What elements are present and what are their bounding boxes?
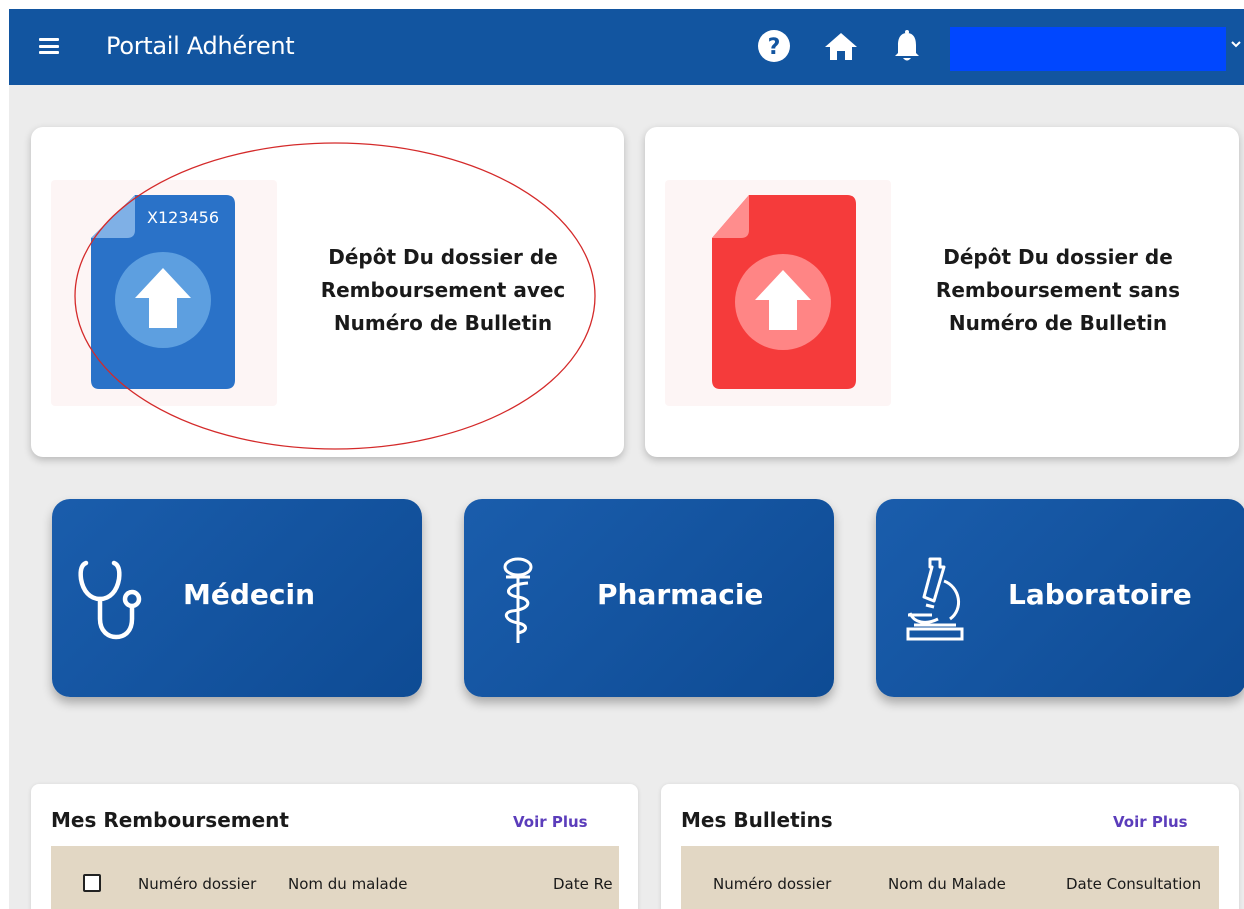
panel-bulletins-title: Mes Bulletins	[681, 808, 833, 832]
tile-medecin[interactable]: Médecin	[52, 499, 422, 697]
voir-plus-bulletins-link[interactable]: Voir Plus	[1113, 813, 1188, 831]
col-nom-malade: Nom du malade	[288, 875, 408, 893]
remboursement-table-header: Numéro dossier Nom du malade Date Re	[51, 846, 619, 909]
caduceus-icon	[503, 557, 533, 643]
panel-remboursement-title: Mes Remboursement	[51, 808, 289, 832]
tile-pharmacie[interactable]: Pharmacie	[464, 499, 834, 697]
stethoscope-icon	[78, 560, 142, 640]
panel-bulletins: Mes Bulletins Voir Plus Numéro dossier N…	[661, 784, 1239, 909]
bulletins-table-header: Numéro dossier Nom du Malade Date Consul…	[681, 846, 1219, 909]
home-icon[interactable]	[824, 31, 858, 61]
help-icon[interactable]: ?	[757, 29, 791, 63]
tile-pharmacie-label: Pharmacie	[597, 578, 764, 611]
upload-without-bulletin-card[interactable]: Dépôt Du dossier de Remboursement sans N…	[645, 127, 1239, 457]
col-date: Date Re	[553, 875, 613, 893]
user-account-block[interactable]	[950, 27, 1226, 71]
upload-doc-box	[665, 180, 891, 406]
upload-with-bulletin-card[interactable]: X123456 Dépôt Du dossier de Remboursemen…	[31, 127, 624, 457]
upload-without-bulletin-label: Dépôt Du dossier de Remboursement sans N…	[935, 245, 1181, 335]
voir-plus-remboursement-link[interactable]: Voir Plus	[513, 813, 588, 831]
tile-laboratoire[interactable]: Laboratoire	[876, 499, 1244, 697]
upload-with-bulletin-label: Dépôt Du dossier de Remboursement avec N…	[320, 245, 566, 335]
panel-remboursement: Mes Remboursement Voir Plus Numéro dossi…	[31, 784, 638, 909]
col-numero-dossier: Numéro dossier	[138, 875, 257, 893]
app-frame: Portail Adhérent ? X123456 Dépôt Du doss…	[9, 9, 1244, 909]
upload-doc-box: X123456	[51, 180, 277, 406]
bulletin-number-label: X123456	[147, 208, 220, 227]
tile-laboratoire-label: Laboratoire	[1008, 578, 1192, 611]
document-upload-icon	[712, 195, 856, 389]
menu-icon[interactable]	[39, 38, 59, 54]
col-nom-malade: Nom du Malade	[888, 875, 1006, 893]
top-bar: Portail Adhérent ?	[9, 9, 1244, 85]
svg-text:?: ?	[768, 35, 781, 60]
bell-icon[interactable]	[893, 29, 921, 63]
select-all-checkbox[interactable]	[83, 874, 101, 892]
app-title: Portail Adhérent	[106, 32, 295, 60]
chevron-down-icon[interactable]	[1231, 39, 1241, 49]
tile-medecin-label: Médecin	[183, 578, 316, 611]
col-numero-dossier: Numéro dossier	[713, 875, 832, 893]
microscope-icon	[906, 557, 964, 641]
col-date-consultation: Date Consultation	[1066, 875, 1202, 893]
